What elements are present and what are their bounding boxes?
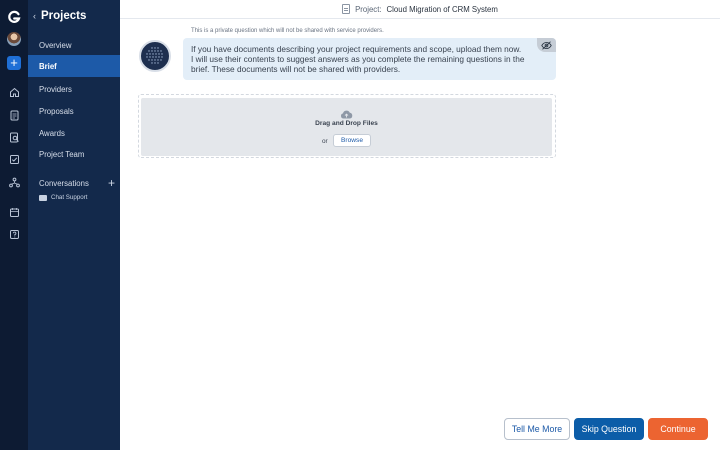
skip-question-button[interactable]: Skip Question bbox=[574, 418, 644, 440]
project-header: Project: Cloud Migration of CRM System bbox=[120, 0, 720, 19]
sidebar-item-providers[interactable]: Providers bbox=[28, 78, 120, 100]
eye-off-icon bbox=[537, 38, 556, 52]
chevron-left-icon: ‹ bbox=[33, 11, 36, 21]
assistant-message-bubble: If you have documents describing your pr… bbox=[183, 38, 556, 80]
avatar[interactable] bbox=[7, 32, 21, 46]
continue-button[interactable]: Continue bbox=[648, 418, 708, 440]
project-prefix: Project: bbox=[355, 4, 382, 14]
icon-rail: + bbox=[0, 0, 28, 450]
assistant-avatar bbox=[139, 40, 171, 72]
chat-icon bbox=[39, 194, 47, 201]
message-line: brief. These documents will not be share… bbox=[191, 64, 401, 74]
project-document-icon bbox=[342, 4, 351, 14]
or-label: or bbox=[322, 138, 328, 145]
conversations-section: Conversations + bbox=[39, 177, 115, 189]
browse-button[interactable]: Browse bbox=[333, 134, 371, 147]
message-line: If you have documents describing your pr… bbox=[191, 44, 522, 54]
tell-me-more-button[interactable]: Tell Me More bbox=[504, 418, 570, 440]
search-document-icon[interactable] bbox=[7, 130, 21, 144]
help-icon[interactable] bbox=[7, 227, 21, 241]
calendar-icon[interactable] bbox=[7, 205, 21, 219]
logo-icon[interactable] bbox=[7, 10, 21, 24]
sidebar-item-brief[interactable]: Brief bbox=[28, 55, 120, 77]
add-icon[interactable]: + bbox=[7, 56, 21, 70]
chat-support-label: Chat Support bbox=[51, 194, 88, 201]
sidebar-title: Projects bbox=[41, 10, 87, 22]
message-line: I will use their contents to suggest ans… bbox=[191, 54, 525, 64]
sidebar-item-proposals[interactable]: Proposals bbox=[28, 100, 120, 122]
checklist-icon[interactable] bbox=[7, 152, 21, 166]
sidebar-item-awards[interactable]: Awards bbox=[28, 122, 120, 144]
network-icon[interactable] bbox=[7, 175, 21, 189]
project-sidebar: ‹ Projects Overview Brief Providers Prop… bbox=[28, 0, 120, 450]
back-to-projects[interactable]: ‹ Projects bbox=[33, 10, 86, 22]
document-icon[interactable] bbox=[7, 108, 21, 122]
cloud-upload-icon bbox=[340, 106, 353, 119]
home-icon[interactable] bbox=[7, 85, 21, 99]
sidebar-item-project-team[interactable]: Project Team bbox=[28, 143, 120, 165]
chat-support-link[interactable]: Chat Support bbox=[39, 194, 87, 201]
conversations-label: Conversations bbox=[39, 178, 89, 188]
drag-drop-label: Drag and Drop Files bbox=[315, 120, 378, 127]
project-name: Cloud Migration of CRM System bbox=[386, 4, 498, 14]
private-question-note: This is a private question which will no… bbox=[191, 28, 384, 34]
sidebar-item-overview[interactable]: Overview bbox=[28, 34, 120, 56]
add-conversation-icon[interactable]: + bbox=[108, 177, 115, 189]
